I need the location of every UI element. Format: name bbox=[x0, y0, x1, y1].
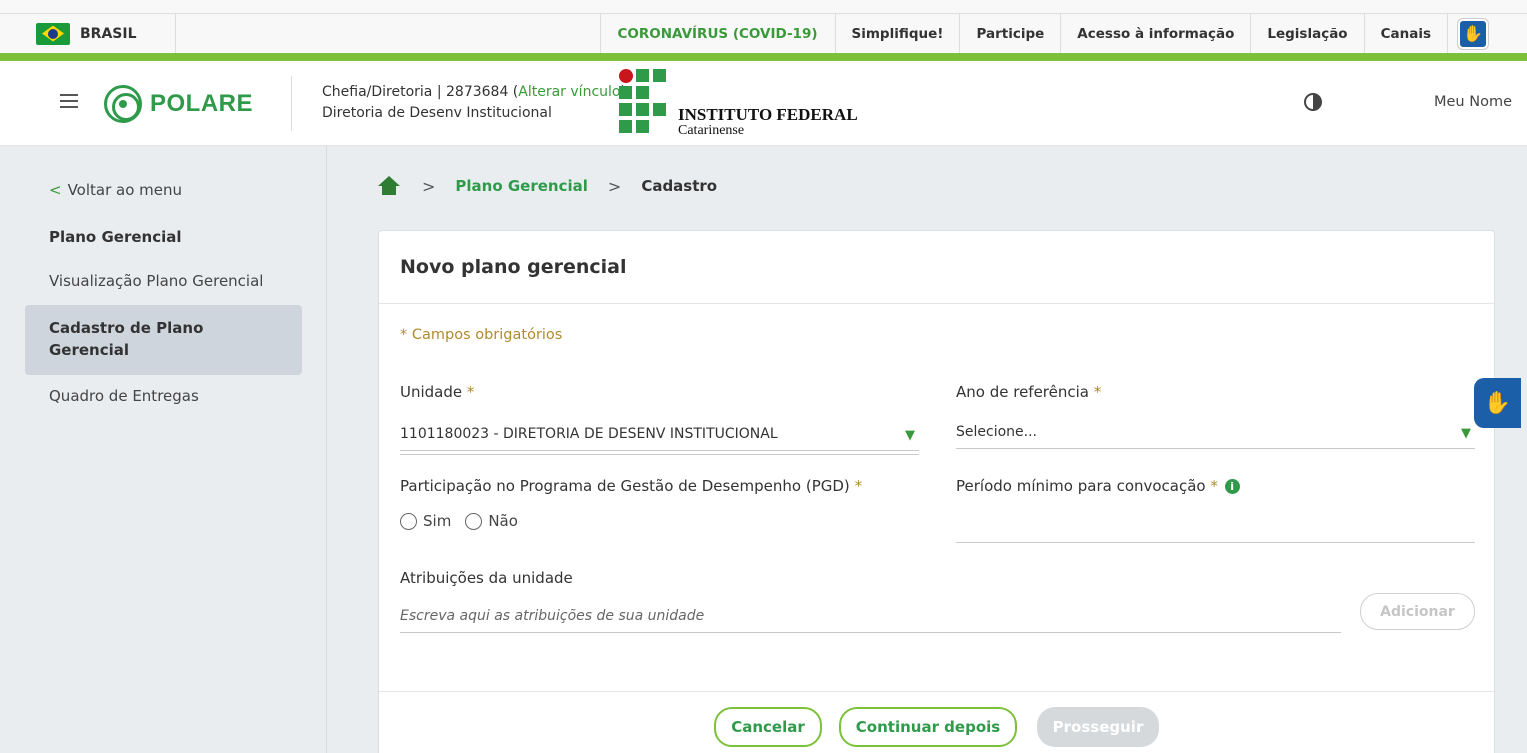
pgd-sim-radio[interactable] bbox=[400, 512, 417, 530]
gov-link-canais[interactable]: Canais bbox=[1363, 14, 1447, 53]
unidade-label-text: Unidade bbox=[400, 383, 463, 401]
alterar-vinculo-link[interactable]: Alterar vínculo bbox=[518, 84, 620, 100]
atribuicoes-placeholder: Escreva aqui as atribuições de sua unida… bbox=[400, 607, 705, 624]
gov-accessibility[interactable]: ✋ bbox=[1447, 14, 1527, 53]
gov-bar: BRASIL CORONAVÍRUS (COVID-19) Simplifiqu… bbox=[0, 0, 1527, 58]
breadcrumb-separator-icon: > bbox=[607, 176, 622, 196]
ifc-logo-subtitle: Catarinense bbox=[678, 123, 745, 138]
sidebar-item-cadastro[interactable]: Cadastro de Plano Gerencial bbox=[25, 305, 302, 375]
cancel-button[interactable]: Cancelar bbox=[714, 707, 822, 747]
unidade-select-value: 1101180023 - DIRETORIA DE DESENV INSTITU… bbox=[400, 425, 778, 442]
unidade-select[interactable]: 1101180023 - DIRETORIA DE DESENV INSTITU… bbox=[400, 417, 919, 451]
ifc-logo-square bbox=[619, 103, 632, 116]
adicionar-button[interactable]: Adicionar bbox=[1360, 593, 1475, 630]
ifc-logo-dot bbox=[619, 69, 633, 83]
hamburger-icon[interactable] bbox=[60, 94, 78, 108]
ifc-logo-square bbox=[636, 86, 649, 99]
ifc-logo-square bbox=[653, 103, 666, 116]
gov-bar-spacer bbox=[176, 14, 600, 53]
back-to-menu-label: Voltar ao menu bbox=[67, 181, 183, 199]
pgd-label: Participação no Programa de Gestão de De… bbox=[400, 477, 862, 495]
unidade-label: Unidade * bbox=[400, 383, 474, 401]
pgd-nao-radio[interactable] bbox=[465, 512, 483, 530]
app-header: POLARE Chefia/Diretoria | 2873684 (Alter… bbox=[0, 61, 1527, 146]
sidebar: < Voltar ao menu Plano Gerencial Visualiz… bbox=[0, 146, 327, 753]
gov-link-covid[interactable]: CORONAVÍRUS (COVID-19) bbox=[599, 14, 835, 53]
sidebar-item-visualizacao[interactable]: Visualização Plano Gerencial bbox=[49, 272, 263, 290]
breadcrumb-current: Cadastro bbox=[641, 177, 718, 195]
atribuicoes-label: Atribuições da unidade bbox=[400, 569, 573, 587]
periodo-minimo-label-text: Período mínimo para convocação bbox=[956, 477, 1206, 495]
sign-language-icon[interactable]: ✋ bbox=[1474, 378, 1521, 428]
ifc-logo-square bbox=[636, 120, 649, 133]
breadcrumb-separator-icon: > bbox=[422, 176, 436, 196]
polare-logo-text: POLARE bbox=[150, 90, 254, 117]
home-icon[interactable] bbox=[378, 176, 400, 196]
polare-logo[interactable]: POLARE bbox=[104, 85, 253, 123]
atribuicoes-input[interactable]: Escreva aqui as atribuições de sua unida… bbox=[400, 599, 1341, 633]
required-asterisk: * bbox=[1093, 383, 1102, 401]
breadcrumb: > Plano Gerencial > Cadastro bbox=[378, 176, 717, 196]
user-role-info: Chefia/Diretoria | 2873684 (Alterar vínc… bbox=[322, 82, 626, 124]
gov-bar-inner: BRASIL CORONAVÍRUS (COVID-19) Simplifiqu… bbox=[0, 13, 1527, 53]
card-footer-divider bbox=[379, 691, 1494, 692]
ifc-logo-square bbox=[619, 120, 632, 133]
card-divider bbox=[379, 303, 1494, 304]
ifc-logo-square bbox=[636, 103, 649, 116]
gov-bar-accent-line bbox=[0, 53, 1527, 61]
pgd-label-text: Participação no Programa de Gestão de De… bbox=[400, 477, 850, 495]
back-to-menu-link[interactable]: < Voltar ao menu bbox=[49, 181, 182, 199]
periodo-minimo-input[interactable] bbox=[956, 509, 1475, 543]
required-asterisk: * bbox=[854, 477, 863, 495]
pgd-sim-label[interactable]: Sim bbox=[423, 512, 451, 530]
prosseguir-button[interactable]: Prosseguir bbox=[1037, 707, 1159, 747]
header-divider bbox=[291, 76, 292, 131]
ano-referencia-select[interactable]: Selecione... ▼ bbox=[956, 415, 1475, 449]
sign-language-icon[interactable]: ✋ bbox=[1458, 18, 1488, 49]
ano-referencia-label: Ano de referência * bbox=[956, 383, 1101, 401]
chevron-left-icon: < bbox=[49, 181, 62, 199]
contrast-icon[interactable] bbox=[1304, 93, 1322, 111]
required-fields-note: * Campos obrigatórios bbox=[400, 327, 563, 343]
sidebar-item-quadro-entregas[interactable]: Quadro de Entregas bbox=[49, 387, 199, 405]
gov-link-simplifique[interactable]: Simplifique! bbox=[834, 14, 960, 53]
ifc-logo-square bbox=[619, 86, 632, 99]
chefia-text: Chefia/Diretoria | 2873684 ( bbox=[322, 84, 519, 100]
required-asterisk: * bbox=[466, 383, 475, 401]
field-divider bbox=[400, 454, 919, 455]
ano-referencia-placeholder: Selecione... bbox=[956, 423, 1037, 440]
gov-brasil-label: BRASIL bbox=[80, 25, 137, 42]
form-title: Novo plano gerencial bbox=[400, 256, 627, 278]
chevron-down-icon: ▼ bbox=[1461, 425, 1471, 441]
breadcrumb-link-plano-gerencial[interactable]: Plano Gerencial bbox=[455, 177, 588, 195]
user-name-menu[interactable]: Meu Nome bbox=[1434, 94, 1512, 110]
diretoria-text: Diretoria de Desenv Institucional bbox=[322, 105, 552, 121]
continue-later-button[interactable]: Continuar depois bbox=[839, 707, 1017, 747]
institute-logo: INSTITUTO FEDERAL Catarinense bbox=[619, 69, 889, 138]
pgd-radio-group: Sim Não bbox=[400, 512, 518, 530]
gov-link-acesso[interactable]: Acesso à informação bbox=[1060, 14, 1250, 53]
chevron-down-icon: ▼ bbox=[905, 427, 915, 443]
ano-referencia-label-text: Ano de referência bbox=[956, 383, 1089, 401]
gov-link-participe[interactable]: Participe bbox=[959, 14, 1060, 53]
gov-brasil-link[interactable]: BRASIL bbox=[0, 14, 176, 53]
required-asterisk: * bbox=[1210, 477, 1218, 495]
chefia-line: Chefia/Diretoria | 2873684 (Alterar vínc… bbox=[322, 82, 626, 103]
gov-link-legislacao[interactable]: Legislação bbox=[1250, 14, 1363, 53]
polare-logo-icon bbox=[104, 85, 142, 123]
ifc-logo-title: INSTITUTO FEDERAL bbox=[678, 105, 858, 124]
ifc-logo-square bbox=[653, 69, 666, 82]
sidebar-section-title: Plano Gerencial bbox=[49, 228, 182, 246]
info-icon[interactable]: i bbox=[1224, 479, 1240, 494]
ifc-logo-square bbox=[636, 69, 649, 82]
form-card: Novo plano gerencial * Campos obrigatóri… bbox=[378, 230, 1495, 753]
periodo-minimo-label: Período mínimo para convocação * i bbox=[956, 477, 1240, 495]
brazil-flag-icon bbox=[36, 22, 70, 45]
pgd-nao-label[interactable]: Não bbox=[488, 512, 518, 530]
